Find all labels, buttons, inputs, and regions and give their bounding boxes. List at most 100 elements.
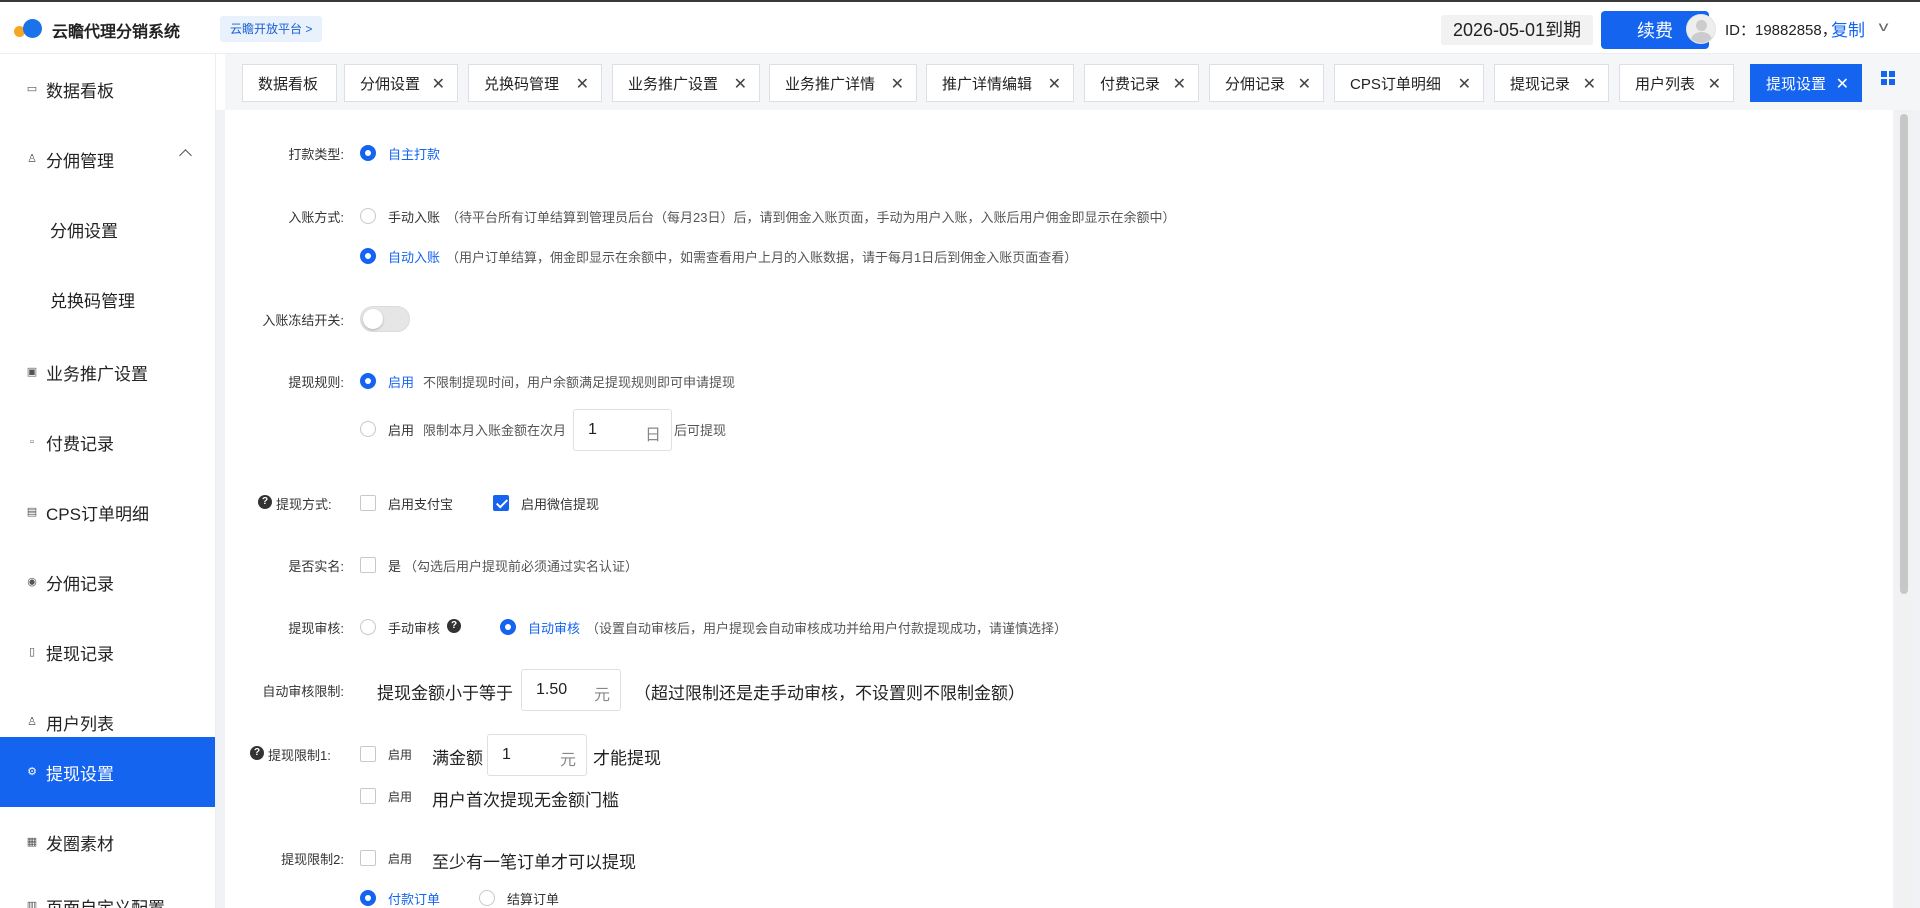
wechat-text[interactable]: 启用微信提现: [521, 494, 599, 513]
monitor-icon: ▭: [26, 83, 38, 95]
limit1-enable-text[interactable]: 启用: [388, 746, 412, 763]
entry-manual-desc: （待平台所有订单结算到管理员后台（每月23日）后，请到佣金入账页面，手动为用户入…: [446, 210, 1176, 225]
close-icon[interactable]: ✕: [1173, 74, 1186, 94]
entry-manual-text[interactable]: 手动入账: [388, 207, 440, 226]
sidebar-item-payment-records[interactable]: ▫ 付费记录: [0, 407, 215, 477]
close-icon[interactable]: ✕: [1836, 74, 1849, 94]
grid-icon[interactable]: [1881, 71, 1895, 85]
realname-label: 是否实名:: [288, 559, 344, 574]
realname-yes-text[interactable]: 是: [388, 556, 401, 575]
settled-order-text[interactable]: 结算订单: [507, 889, 559, 908]
sidebar-item-commission-records[interactable]: ◉ 分佣记录: [0, 547, 215, 617]
wechat-checkbox[interactable]: [493, 495, 509, 511]
close-icon[interactable]: ✕: [1458, 74, 1471, 94]
tab-commission-settings[interactable]: 分佣设置 ✕: [344, 64, 458, 102]
tab-redeem-codes[interactable]: 兑换码管理 ✕: [468, 64, 602, 102]
chevron-down-icon[interactable]: v: [1879, 18, 1889, 34]
tab-cps-orders[interactable]: CPS订单明细 ✕: [1334, 64, 1484, 102]
limit1-amount-input[interactable]: 1 元: [487, 734, 587, 776]
alipay-text[interactable]: 启用支付宝: [388, 494, 453, 513]
sidebar-item-commission-mgmt[interactable]: ♙ 分佣管理: [0, 124, 215, 194]
logo-icon: [14, 17, 48, 39]
realname-checkbox[interactable]: [360, 557, 376, 573]
first-free-enable-text[interactable]: 启用: [388, 788, 412, 805]
freeze-toggle[interactable]: [360, 306, 410, 332]
entry-auto-text[interactable]: 自动入账: [388, 247, 440, 266]
review-label: 提现审核:: [288, 621, 344, 636]
rule-opt2-text[interactable]: 启用: [388, 420, 414, 439]
rule-opt2-radio[interactable]: [360, 421, 376, 437]
entry-auto-desc: （用户订单结算，佣金即显示在余额中，如需查看用户上月的入账数据，请于每月1日后到…: [446, 250, 1078, 265]
review-auto-radio[interactable]: [500, 619, 516, 635]
entry-manual-radio[interactable]: [360, 208, 376, 224]
sidebar-item-withdraw-records[interactable]: ▯ 提现记录: [0, 617, 215, 687]
tab-payment-records[interactable]: 付费记录 ✕: [1084, 64, 1199, 102]
tab-user-list[interactable]: 用户列表 ✕: [1619, 64, 1734, 102]
limit2-enable-text[interactable]: 启用: [388, 850, 412, 867]
sidebar-item-moments-material[interactable]: ▦ 发圈素材: [0, 807, 215, 877]
rule-label: 提现规则:: [288, 375, 344, 390]
user-icon: ♙: [27, 153, 37, 165]
tab-withdraw-settings[interactable]: 提现设置 ✕: [1750, 64, 1862, 102]
sidebar-item-dashboard[interactable]: ▭ 数据看板: [0, 54, 215, 124]
realname-desc: （勾选后用户提现前必须通过实名认证）: [404, 559, 639, 574]
paid-order-radio[interactable]: [360, 890, 376, 906]
settled-order-radio[interactable]: [479, 890, 495, 906]
limit2-desc: 至少有一笔订单才可以提现: [432, 853, 636, 872]
close-icon[interactable]: ✕: [891, 74, 904, 94]
withdraw-settings-form: 打款类型: 自主打款 入账方式: 手动入账 （待平台所有订单结算到管理员后台（每…: [225, 110, 1893, 908]
sidebar: ▭ 数据看板 ♙ 分佣管理 分佣设置 兑换码管理 ▣ 业务推广设置 ▫ 付费记录 ▤ CP…: [0, 54, 216, 908]
review-manual-radio[interactable]: [360, 619, 376, 635]
limit2-checkbox[interactable]: [360, 850, 376, 866]
open-platform-link[interactable]: 云瞻开放平台 >: [220, 16, 323, 42]
scrollbar-thumb[interactable]: [1900, 114, 1908, 594]
tab-promotion-detail[interactable]: 业务推广详情 ✕: [769, 64, 917, 102]
limit2-label: 提现限制2:: [281, 852, 344, 867]
question-icon[interactable]: ?: [250, 746, 264, 760]
alipay-checkbox[interactable]: [360, 495, 376, 511]
tab-commission-records[interactable]: 分佣记录 ✕: [1209, 64, 1324, 102]
review-manual-text[interactable]: 手动审核: [388, 618, 440, 637]
sidebar-item-redeem-codes[interactable]: 兑换码管理: [0, 264, 215, 334]
freeze-label: 入账冻结开关:: [262, 313, 344, 328]
close-icon[interactable]: ✕: [1298, 74, 1311, 94]
limit1-post: 才能提现: [593, 749, 661, 768]
pay-type-self-text[interactable]: 自主打款: [388, 144, 440, 163]
copy-id-link[interactable]: 复制: [1831, 16, 1865, 41]
sidebar-item-cps-orders[interactable]: ▤ CPS订单明细: [0, 477, 215, 547]
close-icon[interactable]: ✕: [1583, 74, 1596, 94]
pay-type-self-radio[interactable]: [360, 145, 376, 161]
tab-dashboard[interactable]: 数据看板: [242, 64, 337, 102]
tab-bar: 数据看板 分佣设置 ✕ 兑换码管理 ✕ 业务推广设置 ✕ 业务推广详情 ✕ 推广详情编辑…: [225, 54, 1920, 110]
document-icon: ▤: [26, 506, 38, 518]
rule-opt1-text[interactable]: 启用: [388, 372, 414, 391]
question-icon[interactable]: ?: [258, 495, 272, 509]
layout-icon: ▥: [26, 900, 38, 908]
avatar[interactable]: [1686, 14, 1716, 44]
paid-order-text[interactable]: 付款订单: [388, 889, 440, 908]
brand-title: 云瞻代理分销系统: [52, 24, 181, 41]
person-icon: ♙: [27, 716, 37, 728]
rule-day-input[interactable]: 1 日: [573, 409, 672, 451]
sidebar-item-page-config[interactable]: ▥ 页面自定义配置: [0, 871, 215, 908]
method-label: 提现方式:: [276, 497, 332, 512]
entry-auto-radio[interactable]: [360, 248, 376, 264]
tab-withdraw-records[interactable]: 提现记录 ✕: [1494, 64, 1609, 102]
review-auto-text[interactable]: 自动审核: [528, 618, 580, 637]
close-icon[interactable]: ✕: [1048, 74, 1061, 94]
sidebar-item-promotion-settings[interactable]: ▣ 业务推广设置: [0, 337, 215, 407]
close-icon[interactable]: ✕: [734, 74, 747, 94]
close-icon[interactable]: ✕: [576, 74, 589, 94]
sidebar-item-withdraw-settings[interactable]: ⚙ 提现设置: [0, 737, 215, 807]
auto-limit-input[interactable]: 1.50 元: [521, 669, 621, 711]
rule-opt1-desc: 不限制提现时间，用户余额满足提现规则即可申请提现: [423, 375, 736, 390]
close-icon[interactable]: ✕: [1708, 74, 1721, 94]
sidebar-item-commission-settings[interactable]: 分佣设置: [0, 194, 215, 264]
close-icon[interactable]: ✕: [432, 74, 445, 94]
limit1-checkbox[interactable]: [360, 746, 376, 762]
tab-promotion-settings[interactable]: 业务推广设置 ✕: [612, 64, 760, 102]
question-icon[interactable]: ?: [447, 619, 461, 633]
first-free-checkbox[interactable]: [360, 788, 376, 804]
tab-promotion-edit[interactable]: 推广详情编辑 ✕: [926, 64, 1074, 102]
rule-opt1-radio[interactable]: [360, 373, 376, 389]
